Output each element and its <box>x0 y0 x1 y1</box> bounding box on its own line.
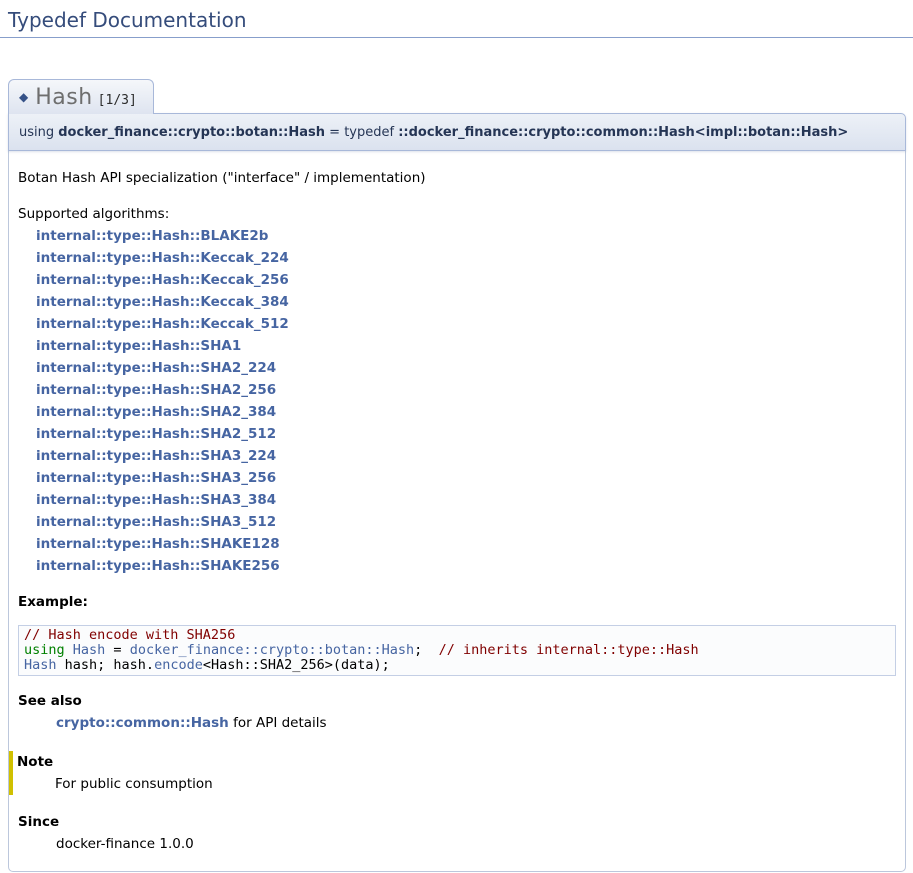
since-label: Since <box>18 811 896 833</box>
code-token-plain: hash; hash. <box>57 657 155 673</box>
code-token-plain: <Hash::SHA2_256>(data); <box>203 657 390 673</box>
algorithm-link[interactable]: internal::type::Hash::Keccak_256 <box>36 272 289 288</box>
algorithm-row: internal::type::Hash::SHA1 <box>36 335 896 357</box>
member-item: ◆Hash[1/3] using docker_finance::crypto:… <box>8 79 906 872</box>
member-prototype: using docker_finance::crypto::botan::Has… <box>8 113 906 151</box>
code-token-plain: ; <box>414 642 438 658</box>
algorithm-link[interactable]: internal::type::Hash::SHA3_384 <box>36 492 276 508</box>
algorithm-link[interactable]: internal::type::Hash::SHA2_224 <box>36 360 276 376</box>
since-text: docker-finance 1.0.0 <box>56 833 896 855</box>
example-label: Example: <box>18 594 88 610</box>
proto-keyword: using <box>19 125 58 140</box>
algorithm-row: internal::type::Hash::SHAKE128 <box>36 533 896 555</box>
algorithm-link[interactable]: internal::type::Hash::SHA3_512 <box>36 514 276 530</box>
code-token-plain <box>65 642 73 658</box>
algorithm-link[interactable]: internal::type::Hash::Keccak_384 <box>36 294 289 310</box>
algorithm-row: internal::type::Hash::Keccak_256 <box>36 269 896 291</box>
code-token-plain: = <box>105 642 129 658</box>
algorithm-row: internal::type::Hash::SHAKE256 <box>36 555 896 577</box>
algorithm-row: internal::type::Hash::Keccak_512 <box>36 313 896 335</box>
see-also-suffix: for API details <box>229 715 327 731</box>
note-label: Note <box>17 751 896 773</box>
member-overload-badge: [1/3] <box>98 93 137 108</box>
algorithm-link[interactable]: internal::type::Hash::SHA3_256 <box>36 470 276 486</box>
algorithm-link[interactable]: internal::type::Hash::SHA3_224 <box>36 448 276 464</box>
algorithm-link[interactable]: internal::type::Hash::BLAKE2b <box>36 228 268 244</box>
code-token-keyword: using <box>24 642 65 658</box>
example-label-row: Example: <box>18 591 896 613</box>
code-link[interactable]: docker_finance::crypto::botan::Hash <box>130 642 414 658</box>
member-name: Hash <box>35 85 92 110</box>
code-line: // Hash encode with SHA256 <box>24 628 890 643</box>
algorithm-row: internal::type::Hash::SHA3_224 <box>36 445 896 467</box>
code-token-comment: // inherits internal::type::Hash <box>439 642 699 658</box>
code-link[interactable]: encode <box>154 657 203 673</box>
algorithm-link[interactable]: internal::type::Hash::SHA1 <box>36 338 241 354</box>
algorithm-link[interactable]: internal::type::Hash::SHAKE256 <box>36 558 280 574</box>
since-section: Since docker-finance 1.0.0 <box>18 811 896 855</box>
algorithm-row: internal::type::Hash::BLAKE2b <box>36 225 896 247</box>
algorithm-link[interactable]: internal::type::Hash::SHAKE128 <box>36 536 280 552</box>
see-also-section: See also crypto::common::Hash for API de… <box>18 690 896 734</box>
page-title: Typedef Documentation <box>0 0 913 38</box>
code-line: using Hash = docker_finance::crypto::bot… <box>24 643 890 658</box>
algorithm-link[interactable]: internal::type::Hash::SHA2_384 <box>36 404 276 420</box>
algorithm-row: internal::type::Hash::SHA3_384 <box>36 489 896 511</box>
proto-typedef-name: docker_finance::crypto::botan::Hash <box>58 125 325 140</box>
member-description: Botan Hash API specialization ("interfac… <box>18 167 896 189</box>
algorithm-row: internal::type::Hash::SHA2_256 <box>36 379 896 401</box>
member-tab: ◆ Hash [1/3] <box>8 79 154 114</box>
proto-equals-typedef: = typedef <box>325 125 398 140</box>
see-also-content: crypto::common::Hash for API details <box>56 712 896 734</box>
algorithm-link[interactable]: internal::type::Hash::Keccak_512 <box>36 316 289 332</box>
member-documentation: Botan Hash API specialization ("interfac… <box>8 151 906 872</box>
algorithm-row: internal::type::Hash::SHA3_512 <box>36 511 896 533</box>
anchor-diamond-icon[interactable]: ◆ <box>19 90 28 104</box>
note-text: For public consumption <box>55 773 896 795</box>
algorithm-link[interactable]: internal::type::Hash::SHA2_512 <box>36 426 276 442</box>
algorithm-row: internal::type::Hash::SHA2_512 <box>36 423 896 445</box>
algorithm-link[interactable]: internal::type::Hash::SHA2_256 <box>36 382 276 398</box>
algorithm-list: internal::type::Hash::BLAKE2binternal::t… <box>36 225 896 577</box>
algorithm-link[interactable]: internal::type::Hash::Keccak_224 <box>36 250 289 266</box>
algorithm-row: internal::type::Hash::SHA2_384 <box>36 401 896 423</box>
code-line: Hash hash; hash.encode<Hash::SHA2_256>(d… <box>24 658 890 673</box>
note-section: Note For public consumption <box>9 751 896 795</box>
supported-algorithms-label: Supported algorithms: <box>18 203 896 225</box>
algorithm-row: internal::type::Hash::Keccak_224 <box>36 247 896 269</box>
code-link[interactable]: Hash <box>24 657 57 673</box>
code-link[interactable]: Hash <box>73 642 106 658</box>
algorithm-row: internal::type::Hash::Keccak_384 <box>36 291 896 313</box>
code-token-comment: // Hash encode with SHA256 <box>24 627 235 643</box>
algorithm-row: internal::type::Hash::SHA2_224 <box>36 357 896 379</box>
proto-target-type: ::docker_finance::crypto::common::Hash<i… <box>398 125 848 140</box>
algorithm-row: internal::type::Hash::SHA3_256 <box>36 467 896 489</box>
see-also-label: See also <box>18 690 896 712</box>
see-also-link[interactable]: crypto::common::Hash <box>56 715 229 731</box>
code-fragment: // Hash encode with SHA256using Hash = d… <box>18 625 896 676</box>
